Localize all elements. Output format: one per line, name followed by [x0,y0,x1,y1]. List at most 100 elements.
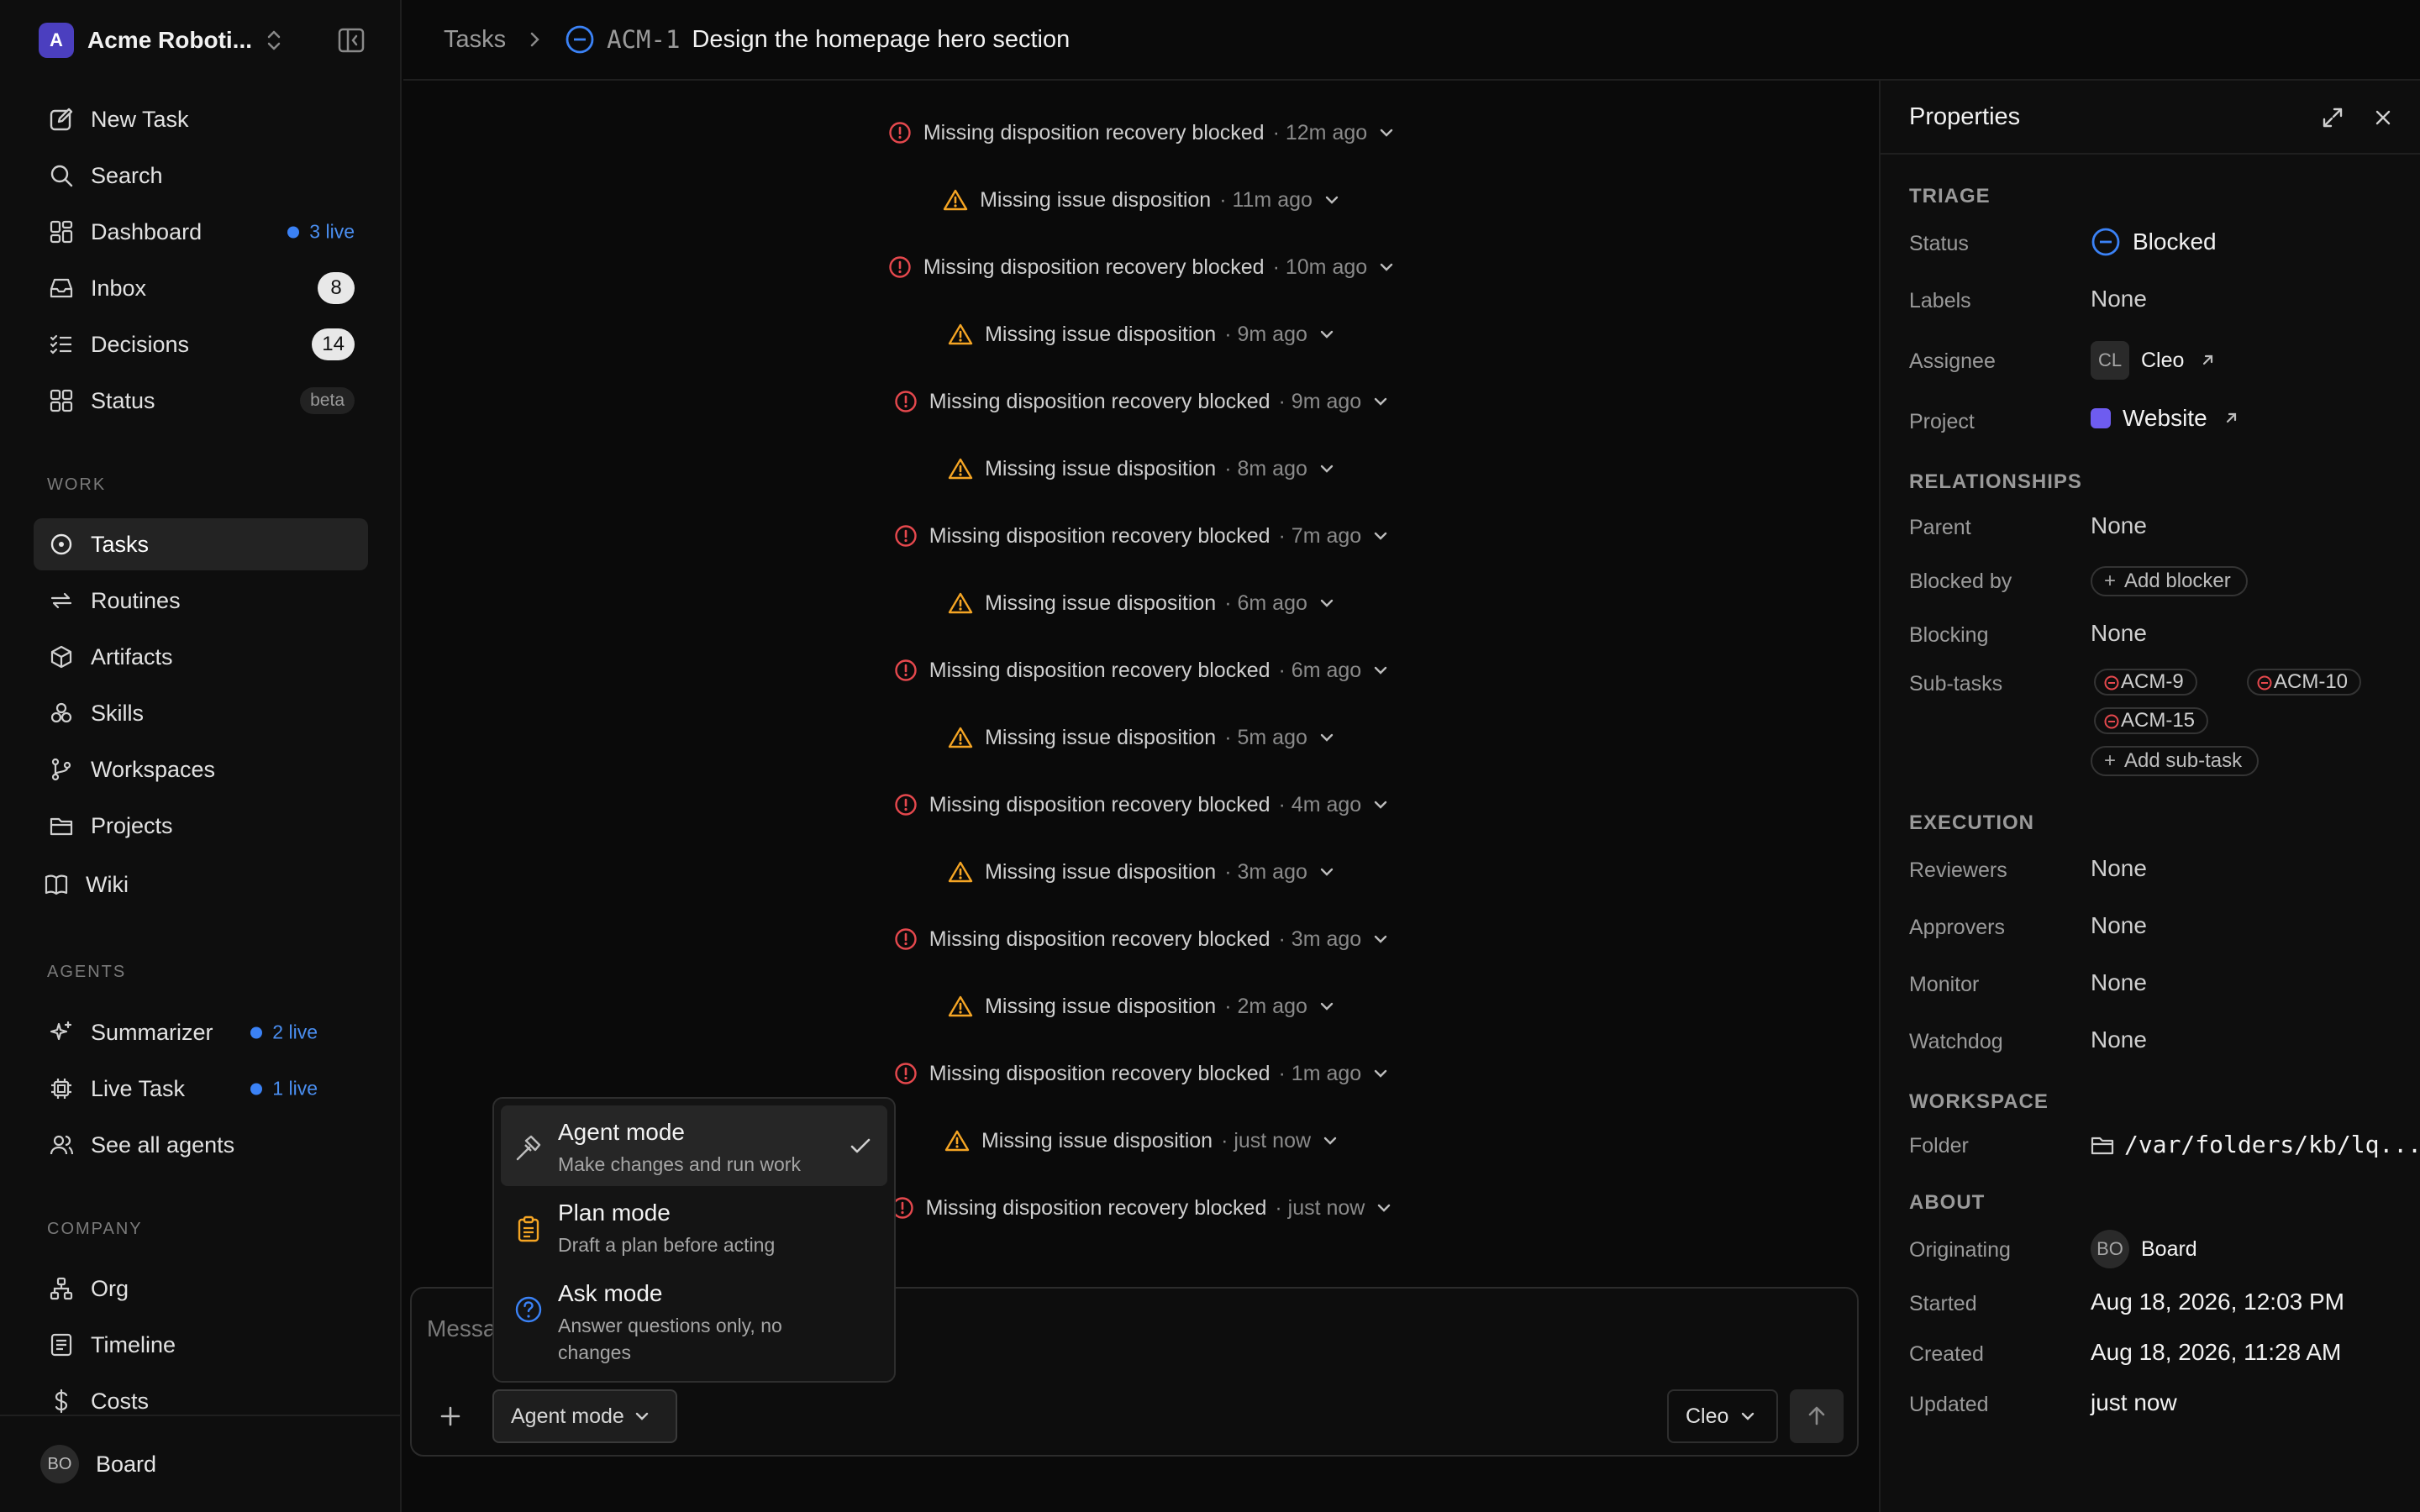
sidebar-item-workspaces[interactable]: Workspaces [34,743,368,795]
sidebar-item-status[interactable]: Status beta [34,375,368,427]
property-label: Blocking [1909,623,1989,647]
alert-circle-icon [894,1062,918,1085]
watchdog-value[interactable]: None [2091,1026,2147,1053]
user-menu[interactable]: BO Board [0,1415,402,1512]
started-value: Aug 18, 2026, 12:03 PM [2091,1289,2344,1315]
chevron-down-icon[interactable] [1324,194,1339,206]
close-icon[interactable] [2371,106,2395,129]
mode-select-button[interactable]: Agent mode [492,1389,677,1443]
sidebar-item-dashboard[interactable]: Dashboard 3 live [34,206,368,258]
assignee-value[interactable]: CL Cleo [2091,341,2216,380]
agent-select-button[interactable]: Cleo [1667,1389,1778,1443]
sidebar-item-skills[interactable]: Skills [34,687,368,739]
edit-icon [47,105,76,134]
chevron-down-icon[interactable] [1319,597,1334,609]
chevron-down-icon[interactable] [1373,799,1388,811]
activity-event-warning[interactable]: Missing issue disposition · 5m ago [403,717,1879,759]
activity-event-warning[interactable]: Missing issue disposition · 11m ago [403,179,1879,221]
event-timestamp: · 8m ago [1224,456,1307,480]
sidebar-item-new-task[interactable]: New Task [34,93,368,145]
chevron-down-icon[interactable] [1319,866,1334,878]
parent-value[interactable]: None [2091,512,2147,539]
activity-event-error[interactable]: Missing disposition recovery blocked · 1m… [403,1053,1879,1095]
activity-event-warning[interactable]: Missing issue disposition · 8m ago [403,448,1879,490]
sidebar-item-live-task[interactable]: Live Task 1 live [34,1063,368,1115]
add-blocker-button[interactable]: + Add blocker [2091,566,2248,596]
sidebar-item-label: Live Task [91,1075,186,1101]
workspace-switcher[interactable]: A Acme Roboti... [39,22,284,59]
sidebar-item-summarizer[interactable]: Summarizer 2 live [34,1006,368,1058]
sidebar-item-search[interactable]: Search [34,150,368,202]
sidebar-item-routines[interactable]: Routines [34,575,368,627]
subtask-chip[interactable]: ACM-15 [2094,707,2209,734]
avatar: BO [40,1445,79,1483]
folder-value[interactable]: /var/folders/kb/lq... [2091,1131,2420,1158]
sidebar-item-see-all-agents[interactable]: See all agents [34,1119,368,1171]
sidebar-item-label: Costs [91,1388,150,1414]
subtask-chip[interactable]: ACM-9 [2094,669,2197,696]
menu-item-description: Make changes and run work [558,1153,801,1175]
activity-event-error[interactable]: Missing disposition recovery blocked · 6m… [403,649,1879,691]
chevron-down-icon[interactable] [1319,1000,1334,1012]
expand-icon[interactable] [2321,106,2344,129]
chevron-down-icon[interactable] [1373,1068,1388,1079]
chevron-down-icon[interactable] [1323,1135,1338,1147]
send-button[interactable] [1790,1389,1844,1443]
chevron-down-icon[interactable] [1319,463,1334,475]
sidebar-item-timeline[interactable]: Timeline [34,1319,368,1371]
alert-triangle-icon [948,995,973,1018]
chevron-down-icon[interactable] [1373,530,1388,542]
reviewers-value[interactable]: None [2091,855,2147,882]
chevron-down-icon[interactable] [1379,127,1394,139]
activity-event-error[interactable]: Missing disposition recovery blocked · 9m… [403,381,1879,423]
sidebar-item-decisions[interactable]: Decisions 14 [34,318,368,370]
event-timestamp: · 2m ago [1224,994,1307,1018]
chevron-down-icon[interactable] [1319,732,1334,743]
activity-event-error[interactable]: Missing disposition recovery blocked · 7m… [403,515,1879,557]
activity-event-error[interactable]: Missing disposition recovery blocked · 10… [403,246,1879,288]
activity-event-warning[interactable]: Missing issue disposition · 6m ago [403,582,1879,624]
event-timestamp: · 6m ago [1278,658,1362,682]
activity-event-error[interactable]: Missing disposition recovery blocked · 3m… [403,918,1879,960]
originating-value[interactable]: BO Board [2091,1230,2197,1268]
chevron-down-icon[interactable] [1319,328,1334,340]
chevron-down-icon[interactable] [1379,261,1394,273]
activity-event-warning[interactable]: Missing issue disposition · 9m ago [403,313,1879,355]
event-title: Missing issue disposition [985,859,1217,884]
property-label: Assignee [1909,349,1996,373]
activity-event-warning[interactable]: Missing issue disposition · 2m ago [403,985,1879,1027]
section-heading-workspace: WORKSPACE [1909,1090,2049,1113]
approvers-value[interactable]: None [2091,912,2147,939]
project-value[interactable]: Website [2091,405,2239,432]
sidebar-item-inbox[interactable]: Inbox 8 [34,262,368,314]
menu-item-plan-mode[interactable]: Plan mode Draft a plan before acting [501,1186,887,1267]
menu-item-ask-mode[interactable]: Ask mode Answer questions only, no change… [501,1267,887,1371]
monitor-value[interactable]: None [2091,969,2147,996]
activity-event-error[interactable]: Missing disposition recovery blocked · 12… [403,112,1879,154]
sidebar-item-artifacts[interactable]: Artifacts [34,631,368,683]
section-label-agents: AGENTS [47,963,127,981]
subtask-chip[interactable]: ACM-10 [2247,669,2362,696]
sidebar-item-wiki[interactable]: Wiki [29,858,363,911]
arrow-up-icon [1806,1405,1828,1427]
chevron-down-icon[interactable] [1376,1202,1392,1214]
sidebar-item-org[interactable]: Org [34,1263,368,1315]
status-value[interactable]: Blocked [2091,227,2217,257]
add-subtask-button[interactable]: + Add sub-task [2091,746,2260,776]
properties-panel: Properties TRIAGE Status Blocked Labels … [1879,81,2420,1512]
sidebar-item-projects[interactable]: Projects [34,800,368,852]
menu-item-agent-mode[interactable]: Agent mode Make changes and run work [501,1105,887,1186]
activity-event-warning[interactable]: Missing issue disposition · 3m ago [403,851,1879,893]
breadcrumb-tasks-link[interactable]: Tasks [444,26,506,54]
event-timestamp: · 6m ago [1224,591,1307,615]
activity-event-error[interactable]: Missing disposition recovery blocked · 4m… [403,784,1879,826]
chevron-down-icon[interactable] [1373,933,1388,945]
add-attachment-button[interactable] [430,1396,471,1436]
sidebar-collapse-icon[interactable] [336,25,366,55]
dollar-icon [47,1387,76,1415]
blocking-value[interactable]: None [2091,620,2147,647]
chevron-down-icon[interactable] [1373,664,1388,676]
chevron-down-icon[interactable] [1373,396,1388,407]
labels-value[interactable]: None [2091,286,2147,312]
sidebar-item-tasks[interactable]: Tasks [34,518,368,570]
